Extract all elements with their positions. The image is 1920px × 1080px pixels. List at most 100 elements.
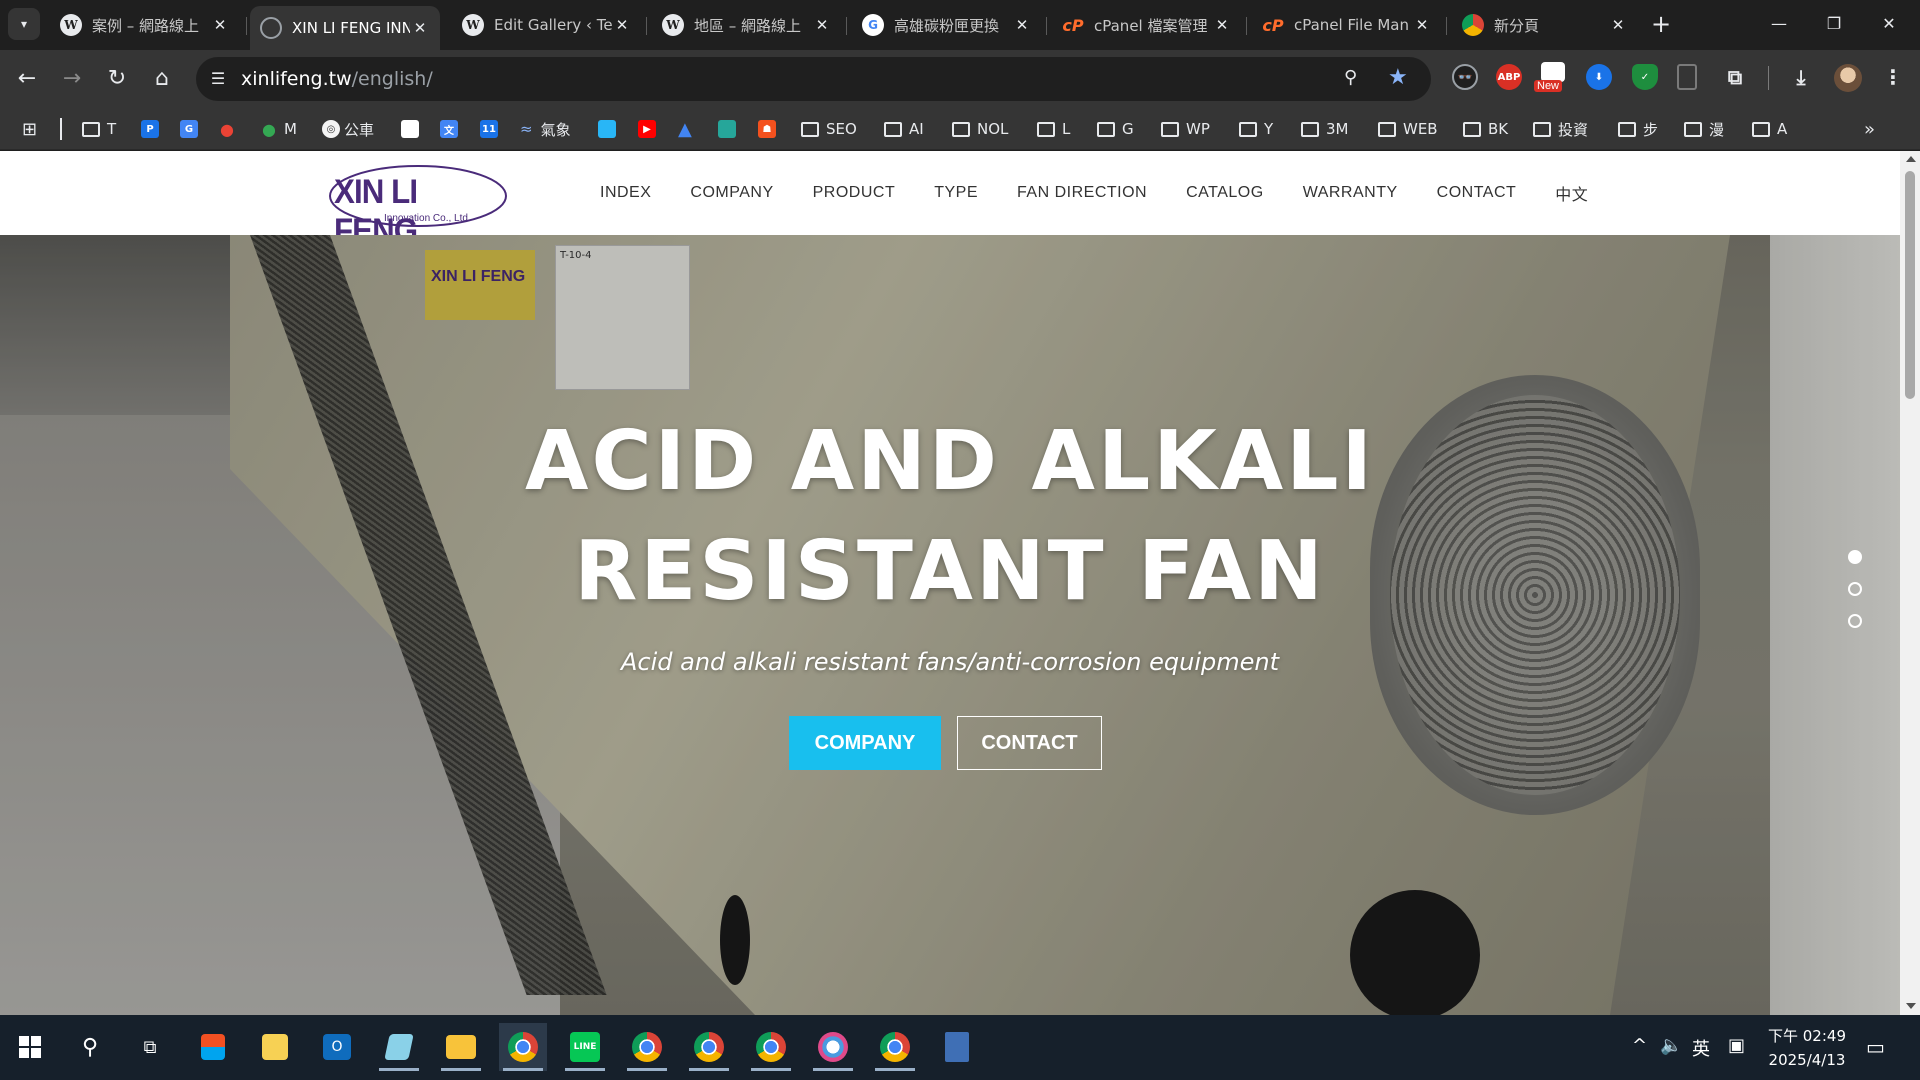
scroll-up-arrow-icon[interactable] [1906,156,1916,162]
calculator-icon[interactable] [933,1023,981,1071]
profile-avatar[interactable] [1834,64,1862,92]
bookmark-youtube[interactable]: ▶ [638,117,660,141]
back-button[interactable]: ← [11,63,43,95]
nav-index[interactable]: INDEX [600,184,651,202]
tab-1[interactable]: W 案例 – 網路線上 ✕ [50,8,240,42]
tab-8[interactable]: 新分頁 ✕ [1452,8,1638,42]
nav-warranty[interactable]: WARRANTY [1303,184,1398,202]
nav-catalog[interactable]: CATALOG [1186,184,1264,202]
bookmark-calendar[interactable]: 11 [480,117,502,141]
bookmark-bus[interactable]: ◎ 公車 [322,117,374,141]
shield-icon[interactable]: ✓ [1632,64,1658,90]
close-icon[interactable]: ✕ [612,16,632,34]
slider-dot-3[interactable] [1848,614,1862,628]
site-info-icon[interactable]: ☰ [208,69,228,89]
adblock-plus-icon[interactable]: ABP [1496,64,1522,90]
start-button[interactable] [6,1023,54,1071]
bookmark-folder-bk[interactable]: BK [1463,117,1508,141]
outlook-icon[interactable]: O [313,1023,361,1071]
tab-3[interactable]: W Edit Gallery ‹ Te ✕ [452,8,642,42]
bookmark-weather[interactable]: ≈ 氣象 [520,117,571,141]
bookmark-folder-y[interactable]: Y [1239,117,1273,141]
nav-fan-direction[interactable]: FAN DIRECTION [1017,184,1147,202]
restore-button[interactable]: ❐ [1811,8,1857,40]
bookmark-site-5[interactable] [718,117,740,141]
bookmark-folder-t[interactable]: T [82,117,116,141]
ime-mode-icon[interactable]: ▣ [1728,1035,1745,1056]
store-app-icon[interactable] [189,1023,237,1071]
download-extension-icon[interactable]: ⬇ [1586,64,1612,90]
tab-6[interactable]: cP cPanel 檔案管理 ✕ [1052,8,1242,42]
tab-search-button[interactable]: ▾ [8,8,40,40]
close-icon[interactable]: ✕ [410,19,430,37]
close-icon[interactable]: ✕ [1608,16,1628,34]
glasses-extension-icon[interactable]: 👓 [1452,64,1478,90]
chrome-profile-3-icon[interactable] [685,1023,733,1071]
close-icon[interactable]: ✕ [210,16,230,34]
bookmark-folder-wp[interactable]: WP [1161,117,1210,141]
bookmark-folder-nol[interactable]: NOL [952,117,1008,141]
close-icon[interactable]: ✕ [1412,16,1432,34]
bookmark-maps[interactable]: ● [220,117,234,141]
nav-type[interactable]: TYPE [934,184,978,202]
slider-dot-2[interactable] [1848,582,1862,596]
nav-chinese[interactable]: 中文 [1555,181,1588,205]
sticky-notes-icon[interactable] [251,1023,299,1071]
bookmark-folder-web[interactable]: WEB [1378,117,1438,141]
task-view-icon[interactable]: ⧉ [126,1023,174,1071]
tab-2-active[interactable]: XIN LI FENG INN ✕ [250,6,440,50]
close-icon[interactable]: ✕ [1012,16,1032,34]
bookmark-folder-l[interactable]: L [1037,117,1070,141]
tray-chevron-up-icon[interactable]: ^ [1632,1035,1647,1056]
new-tab-button[interactable]: + [1648,12,1674,38]
line-app-icon[interactable]: LINE [561,1023,609,1071]
copy-extension-icon[interactable] [1677,64,1697,90]
nav-contact[interactable]: CONTACT [1437,184,1517,202]
close-icon[interactable]: ✕ [812,16,832,34]
paint-app-icon[interactable] [809,1023,857,1071]
bookmark-maps-m[interactable]: ● M [262,117,297,141]
bookmark-folder-manga[interactable]: 漫 [1684,117,1724,141]
tab-4[interactable]: W 地區 – 網路線上 ✕ [652,8,842,42]
bookmark-site-2[interactable]: G [180,117,202,141]
bookmark-site-6[interactable]: ☗ [758,117,780,141]
bookmark-site-4[interactable] [598,117,620,141]
file-explorer-icon[interactable] [437,1023,485,1071]
bookmark-folder-step[interactable]: 步 [1618,117,1658,141]
bookmark-site-3[interactable] [401,117,423,141]
bookmark-folder-g[interactable]: G [1097,117,1134,141]
bookmark-translate[interactable]: 文 [440,117,462,141]
bookmark-folder-3m[interactable]: 3M [1301,117,1349,141]
chrome-taskbar-icon[interactable] [499,1023,547,1071]
tab-7[interactable]: cP cPanel File Man ✕ [1252,8,1442,42]
bookmark-site-1[interactable]: P [141,117,163,141]
address-bar[interactable]: ☰ xinlifeng.tw/english/ ⚲ ★ [196,57,1431,101]
hero-contact-button[interactable]: CONTACT [957,716,1102,770]
notification-center-icon[interactable]: ▭ [1866,1035,1885,1059]
close-window-button[interactable]: ✕ [1866,8,1912,40]
nav-product[interactable]: PRODUCT [813,184,896,202]
chrome-profile-5-icon[interactable] [871,1023,919,1071]
nav-company[interactable]: COMPANY [690,184,773,202]
zoom-icon[interactable]: ⚲ [1344,67,1357,88]
extensions-puzzle-icon[interactable]: ⧉ [1722,64,1748,90]
more-menu-icon[interactable]: ⋮ [1880,64,1906,90]
close-icon[interactable]: ✕ [1212,16,1232,34]
page-scrollbar[interactable] [1900,151,1920,1015]
site-logo[interactable]: XIN LI FENG Innovation Co., Ltd. [328,161,508,250]
slider-dot-1[interactable] [1848,550,1862,564]
apps-grid-icon[interactable]: ⊞ [22,117,37,141]
notepad-icon[interactable] [375,1023,423,1071]
volume-icon[interactable]: 🔈 [1660,1035,1682,1056]
bookmark-folder-invest[interactable]: 投資 [1533,117,1588,141]
reload-button[interactable]: ↻ [101,63,133,95]
url-text[interactable]: xinlifeng.tw/english/ [241,68,433,90]
search-icon[interactable]: ⚲ [66,1023,114,1071]
chrome-profile-2-icon[interactable] [623,1023,671,1071]
clock[interactable]: 下午 02:49 2025/4/13 [1764,1024,1850,1072]
scroll-down-arrow-icon[interactable] [1906,1003,1916,1009]
home-button[interactable]: ⌂ [146,63,178,95]
news-extension-icon[interactable] [1541,62,1565,82]
tab-5[interactable]: G 高雄碳粉匣更換 ✕ [852,8,1042,42]
bookmark-star-icon[interactable]: ★ [1388,65,1408,90]
